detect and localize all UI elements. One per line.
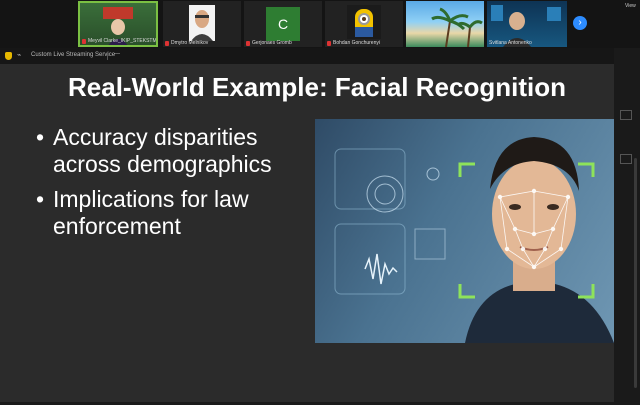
signal-icon[interactable]: ⌁	[17, 51, 21, 59]
scrollbar[interactable]	[634, 158, 637, 388]
mic-muted-icon	[246, 40, 250, 46]
participant-tile[interactable]: Dmytro Melnikov	[163, 1, 241, 47]
bullet-list: • Accuracy disparities across demographi…	[36, 124, 296, 248]
participant-name: Meyvil Clarke_IKIP_STEKSTM	[88, 38, 157, 44]
view-label: View	[625, 3, 636, 9]
mic-muted-icon	[165, 40, 169, 46]
mic-muted-icon	[82, 38, 86, 44]
participant-tile[interactable]: Svitlana Antonenko	[487, 1, 567, 47]
participant-tile[interactable]	[406, 1, 484, 47]
next-page-button[interactable]: ›	[573, 16, 587, 30]
panel-icon[interactable]	[620, 154, 632, 164]
shared-slide: Real-World Example: Facial Recognition •…	[0, 64, 614, 402]
session-label[interactable]: Custom Live Streaming Service	[31, 52, 115, 58]
divider	[107, 52, 108, 60]
participant-name: Svitlana Antonenko	[489, 40, 532, 46]
security-shield-icon[interactable]	[5, 52, 12, 60]
participant-name: Gerjonaes Gromb	[252, 40, 292, 46]
participant-strip: Meyvil Clarke_IKIP_STEKSTM Dmytro Melnik…	[0, 0, 640, 48]
bullet-item: • Accuracy disparities across demographi…	[36, 124, 296, 178]
participant-photo-icon	[189, 5, 215, 41]
beach-background-icon	[431, 7, 483, 47]
participant-name: Dmytro Melnikov	[171, 40, 209, 46]
right-side-panel	[614, 48, 640, 405]
meeting-info-bar: ⌁ Custom Live Streaming Service —	[0, 48, 640, 64]
participant-tile[interactable]: Bohdan Gonchurenyi	[325, 1, 403, 47]
bullet-dot: •	[36, 186, 45, 212]
participant-tile[interactable]: C Gerjonaes Gromb	[244, 1, 322, 47]
bullet-text: Implications for law enforcement	[53, 186, 249, 239]
participant-tile[interactable]: Meyvil Clarke_IKIP_STEKSTM	[78, 1, 158, 47]
facial-recognition-image	[315, 119, 614, 343]
slide-title: Real-World Example: Facial Recognition	[68, 72, 566, 102]
bullet-item: • Implications for law enforcement	[36, 186, 296, 240]
bullet-dot: •	[36, 124, 45, 150]
view-options[interactable]: —	[114, 51, 120, 57]
bullet-text: Accuracy disparities across demographics	[53, 124, 272, 177]
face-scan-illustration-icon	[334, 137, 614, 343]
participant-name: Bohdan Gonchurenyi	[333, 40, 380, 46]
participant-initial-avatar: C	[266, 7, 300, 41]
view-control[interactable]: View	[614, 0, 640, 48]
panel-icon[interactable]	[620, 110, 632, 120]
minion-avatar-icon	[347, 5, 381, 39]
mic-muted-icon	[327, 40, 331, 46]
